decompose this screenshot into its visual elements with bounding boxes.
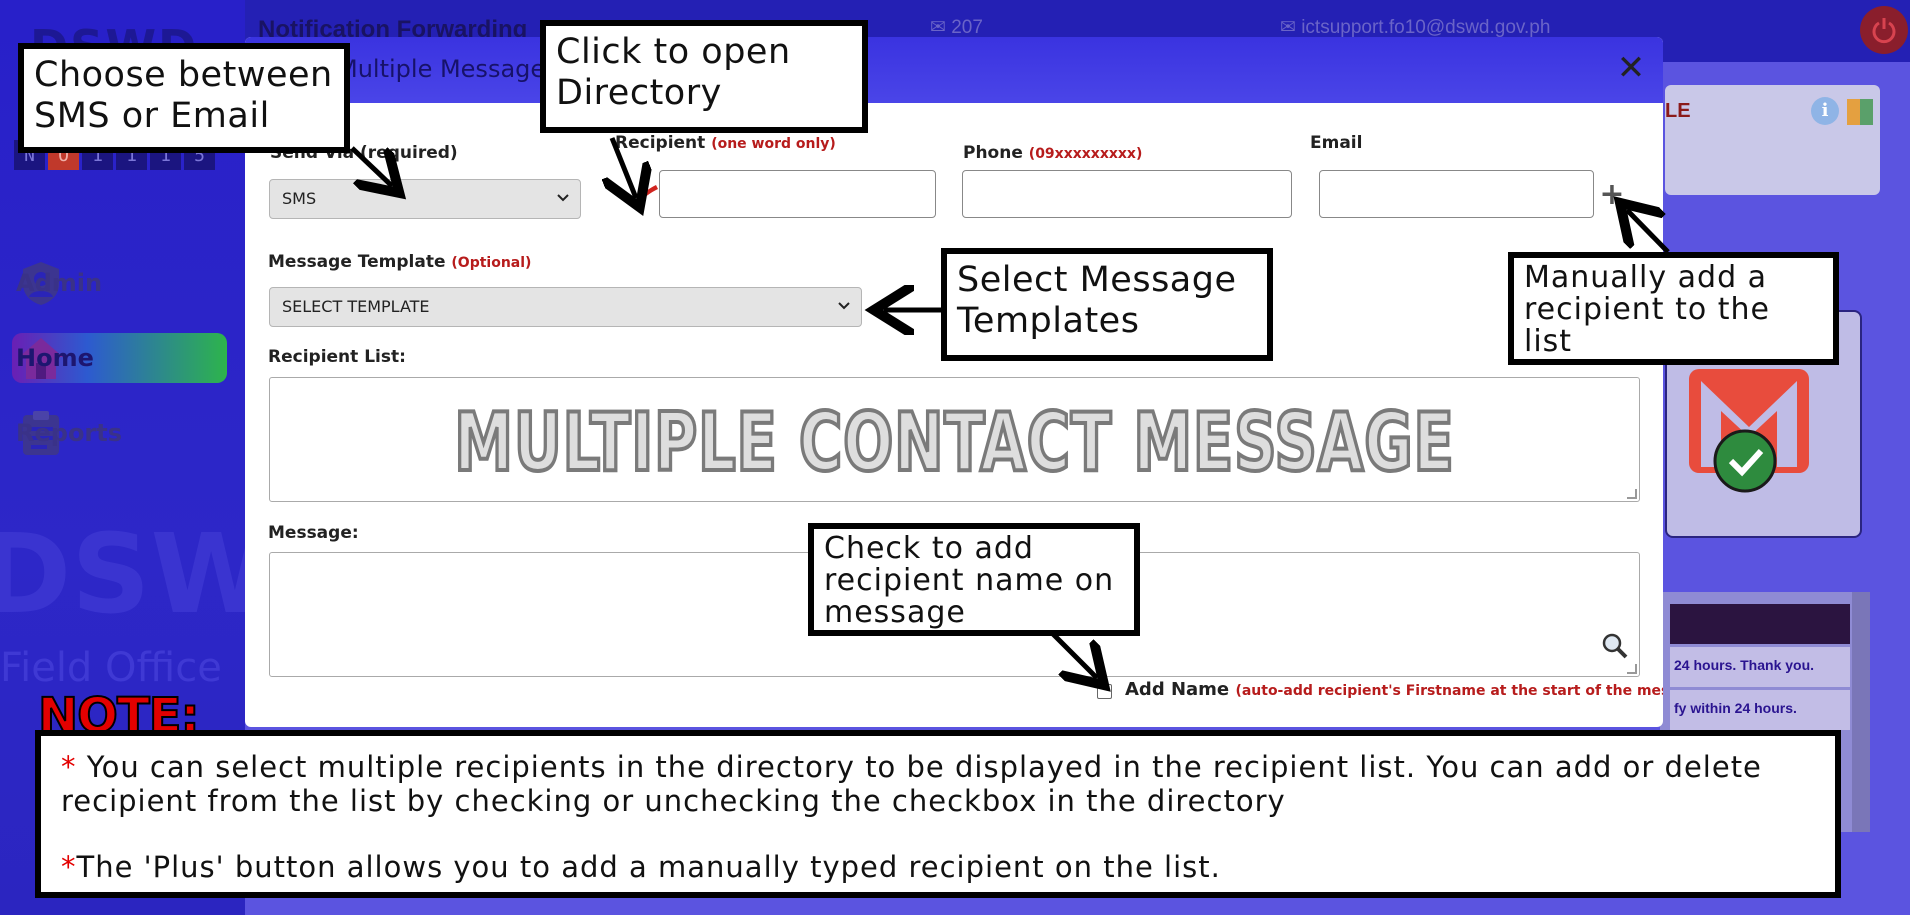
logout-button[interactable]	[1860, 6, 1908, 54]
callout-templates: Select Message Templates	[941, 248, 1273, 361]
phone-input[interactable]	[962, 170, 1292, 218]
gmail-check-icon	[1689, 369, 1809, 493]
sidebar-item-label: Home	[16, 344, 94, 372]
message-template-label-text: Message Template	[268, 252, 446, 272]
resize-handle[interactable]	[1627, 489, 1637, 499]
close-icon[interactable]: ✕	[1613, 51, 1649, 87]
support-email: ✉ ictsupport.fo10@dswd.gov.ph	[1280, 16, 1550, 39]
message-template-value: SELECT TEMPLATE	[282, 297, 430, 316]
note-bullet: *	[61, 850, 77, 884]
recipient-label-text: Recipient	[615, 133, 706, 153]
note-line-1: * You can select multiple recipients in …	[61, 750, 1815, 818]
recipient-list-overlay-title: MULTIPLE CONTACT MESSAGE	[453, 394, 1456, 491]
note-box: * You can select multiple recipients in …	[35, 730, 1841, 898]
recipient-hint: (one word only)	[711, 136, 836, 152]
add-name-label-text: Add Name	[1125, 679, 1230, 700]
send-via-select[interactable]: SMS	[269, 179, 581, 219]
callout-add-name: Check to add recipient name on message	[808, 523, 1140, 636]
mail-icon: ✉	[1280, 17, 1296, 38]
list-item: 24 hours. Thank you.	[1670, 647, 1850, 687]
chevron-down-icon	[557, 194, 569, 202]
sidebar-item-admin[interactable]: Admin	[12, 258, 227, 308]
note-bullet: *	[61, 750, 77, 784]
send-via-value: SMS	[282, 189, 317, 208]
recipient-label: Recipient (one word only)	[615, 133, 836, 153]
email-input[interactable]	[1319, 170, 1594, 218]
callout-send-via: Choose between SMS or Email	[18, 43, 350, 153]
list-item: fy within 24 hours.	[1670, 690, 1850, 730]
magnifier-icon[interactable]	[1601, 632, 1629, 660]
envelope-icon: ✉	[930, 17, 946, 38]
note-line-2: *The 'Plus' button allows you to add a m…	[61, 850, 1815, 884]
notification-list-header	[1670, 604, 1850, 644]
resize-handle[interactable]	[1627, 664, 1637, 674]
note-line-2-text: The 'Plus' button allows you to add a ma…	[76, 850, 1221, 884]
message-template-label: Message Template (Optional)	[268, 252, 531, 272]
sidebar-item-label: Admin	[16, 269, 103, 297]
message-count-value: 207	[951, 17, 983, 38]
recipient-list-textarea[interactable]: MULTIPLE CONTACT MESSAGE	[269, 377, 1640, 502]
sidebar-watermark-subtitle: Field Office	[0, 645, 222, 691]
message-label: Message:	[268, 523, 359, 543]
add-name-checkbox[interactable]	[1097, 684, 1112, 699]
note-line-1-text: You can select multiple recipients in th…	[61, 750, 1762, 818]
callout-manual-add: Manually add a recipient to the list	[1508, 252, 1839, 365]
phone-label-text: Phone	[963, 143, 1023, 163]
email-label: Email	[1310, 133, 1363, 153]
message-template-select[interactable]: SELECT TEMPLATE	[269, 287, 862, 327]
grid-icon	[1847, 99, 1873, 125]
sidebar-item-home[interactable]: Home	[12, 333, 227, 383]
add-name-hint: (auto-add recipient's Firstname at the s…	[1235, 683, 1663, 699]
directory-book-icon[interactable]	[634, 179, 660, 205]
modal-title: Multiple Message	[337, 55, 546, 83]
chevron-down-icon	[838, 302, 850, 310]
info-icon: i	[1811, 97, 1839, 125]
scrollbar[interactable]	[1852, 592, 1870, 832]
power-icon	[1872, 18, 1896, 44]
sidebar-item-label: Reports	[16, 419, 123, 447]
support-email-value: ictsupport.fo10@dswd.gov.ph	[1301, 17, 1551, 38]
info-card: LE i	[1665, 85, 1880, 195]
sidebar-item-reports[interactable]: Reports	[12, 408, 227, 458]
message-count: ✉ 207	[930, 16, 983, 39]
add-recipient-button[interactable]: +	[1598, 180, 1626, 210]
add-name-label: Add Name (auto-add recipient's Firstname…	[1125, 679, 1663, 700]
callout-directory: Click to open Directory	[540, 20, 868, 133]
message-template-hint: (Optional)	[451, 255, 532, 271]
recipient-input[interactable]	[659, 170, 936, 218]
recipient-list-label: Recipient List:	[268, 347, 406, 367]
modal-header: Multiple Message ✕	[245, 37, 1663, 103]
phone-hint: (09xxxxxxxxx)	[1028, 146, 1143, 162]
info-card-title: LE	[1665, 100, 1691, 122]
phone-label: Phone (09xxxxxxxxx)	[963, 143, 1142, 163]
